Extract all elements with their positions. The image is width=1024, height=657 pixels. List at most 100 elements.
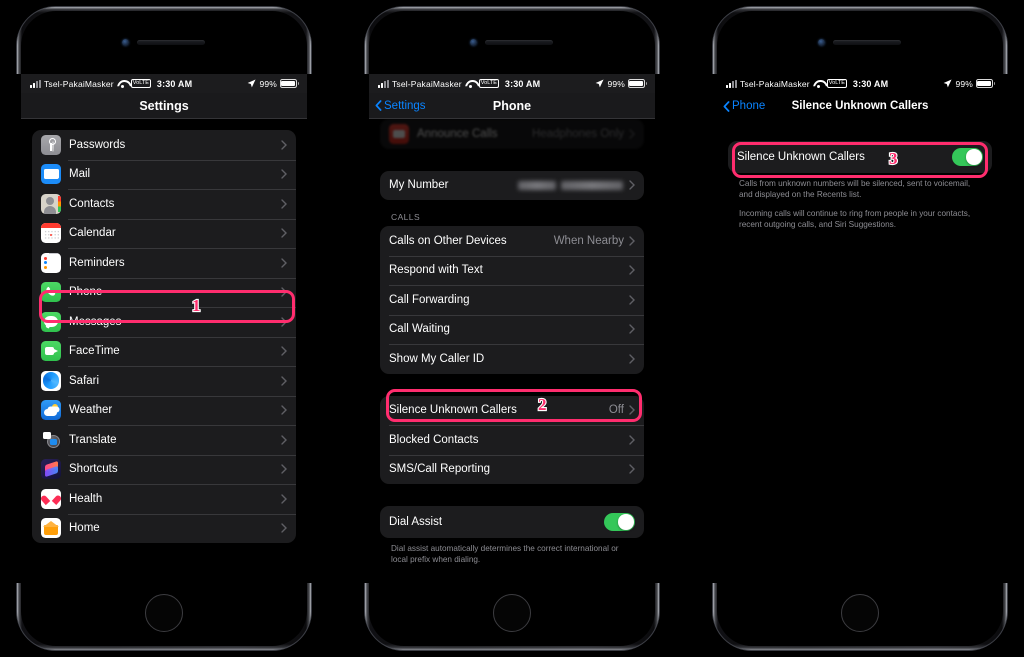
row-call-waiting[interactable]: Call Waiting — [380, 314, 644, 345]
back-button-phone[interactable]: Phone — [723, 93, 765, 119]
phone-device-2: Tsel-PakaiMasker VoLTE 3:30 AM 99% Setti… — [364, 6, 660, 651]
contacts-icon — [41, 193, 61, 214]
status-bar-1: Tsel-PakaiMasker VoLTE 3:30 AM 99% — [21, 74, 307, 93]
row-silence-unknown-callers[interactable]: Silence Unknown Callers Off — [380, 396, 644, 426]
row-silence-unknown-callers-toggle[interactable]: Silence Unknown Callers — [728, 141, 992, 173]
dial-assist-group: Dial Assist — [380, 506, 644, 538]
phone-device-1: Tsel-PakaiMasker VoLTE 3:30 AM 99% Setti… — [16, 6, 312, 651]
location-arrow-icon — [595, 79, 605, 88]
phone-settings-scroll[interactable]: Announce Calls Headphones Only My Number… — [369, 93, 655, 583]
reminders-icon — [41, 252, 61, 273]
silence-unknown-callers-scroll[interactable]: Silence Unknown Callers Calls from unkno… — [717, 119, 1003, 583]
chevron-right-icon — [629, 180, 635, 190]
silence-unknown-callers-toggle[interactable] — [952, 147, 983, 167]
row-label: Show My Caller ID — [389, 352, 485, 365]
dial-assist-footnote: Dial assist automatically determines the… — [391, 544, 619, 565]
redacted-phone-number — [561, 180, 623, 190]
back-button-settings[interactable]: Settings — [375, 93, 426, 118]
redacted-phone-number — [518, 180, 556, 190]
row-call-forwarding[interactable]: Call Forwarding — [380, 285, 644, 315]
my-number-group: My Number — [380, 170, 644, 201]
row-dial-assist[interactable]: Dial Assist — [380, 506, 644, 538]
carrier-label: Tsel-PakaiMasker — [740, 78, 810, 89]
chevron-right-icon — [281, 494, 287, 504]
earpiece-speaker-icon — [833, 40, 901, 45]
row-label: Dial Assist — [389, 516, 443, 528]
step-badge-3: 3 — [888, 148, 899, 169]
front-camera-icon — [470, 39, 477, 46]
sidebar-item-calendar[interactable]: Calendar — [32, 218, 296, 249]
sidebar-item-reminders[interactable]: Reminders — [32, 248, 296, 278]
row-label: Call Waiting — [389, 323, 450, 336]
cellular-signal-icon — [726, 79, 737, 88]
dial-assist-toggle[interactable] — [604, 512, 635, 532]
row-calls-on-other-devices[interactable]: Calls on Other Devices When Nearby — [380, 226, 644, 256]
row-label: Reminders — [69, 256, 125, 269]
chevron-right-icon — [281, 287, 287, 297]
sidebar-item-phone[interactable]: Phone — [32, 277, 296, 308]
step-badge-1: 1 — [191, 295, 202, 316]
row-respond-with-text[interactable]: Respond with Text — [380, 255, 644, 286]
home-button[interactable] — [145, 594, 183, 632]
volte-badge: VoLTE — [826, 79, 847, 88]
status-bar-2: Tsel-PakaiMasker VoLTE 3:30 AM 99% — [369, 74, 655, 93]
translate-icon — [41, 429, 61, 450]
sidebar-item-facetime[interactable]: FaceTime — [32, 336, 296, 367]
sidebar-item-safari[interactable]: Safari — [32, 366, 296, 396]
row-label: Shortcuts — [69, 463, 118, 476]
phone-device-3: Tsel-PakaiMasker VoLTE 3:30 AM 99% Phone… — [712, 6, 1008, 651]
chevron-right-icon — [281, 228, 287, 238]
back-button-label: Settings — [384, 99, 426, 112]
chevron-right-icon — [281, 199, 287, 209]
row-label: Call Forwarding — [389, 293, 470, 306]
sidebar-item-messages[interactable]: Messages — [32, 307, 296, 337]
battery-percent-label: 99% — [955, 78, 973, 89]
sidebar-item-home[interactable]: Home — [32, 513, 296, 544]
phone-2-top-sensors — [369, 37, 655, 47]
sidebar-item-passwords[interactable]: Passwords — [32, 130, 296, 160]
phone-icon — [41, 282, 61, 303]
home-button[interactable] — [841, 594, 879, 632]
wifi-icon — [465, 79, 476, 88]
nav-bar-2: Settings Phone — [369, 93, 655, 119]
chevron-right-icon — [281, 376, 287, 386]
safari-icon — [41, 370, 61, 391]
chevron-right-icon — [629, 405, 635, 415]
row-my-number[interactable]: My Number — [380, 171, 644, 201]
row-label: Passwords — [69, 138, 126, 151]
mail-icon — [41, 164, 61, 185]
chevron-right-icon — [629, 464, 635, 474]
sidebar-item-shortcuts[interactable]: Shortcuts — [32, 454, 296, 485]
chevron-right-icon — [629, 354, 635, 364]
step-badge-2: 2 — [537, 394, 548, 415]
row-announce-calls[interactable]: Announce Calls Headphones Only — [380, 119, 644, 149]
health-icon — [41, 488, 61, 509]
row-label: Silence Unknown Callers — [389, 404, 517, 417]
row-label: SMS/Call Reporting — [389, 463, 490, 476]
announce-calls-group: Announce Calls Headphones Only — [380, 119, 644, 149]
row-label: My Number — [389, 179, 449, 192]
chevron-right-icon — [281, 523, 287, 533]
row-show-my-caller-id[interactable]: Show My Caller ID — [380, 344, 644, 374]
cellular-signal-icon — [378, 79, 389, 88]
settings-list-scroll[interactable]: Passwords Mail Contacts Calendar Reminde… — [21, 119, 307, 583]
home-button[interactable] — [493, 594, 531, 632]
sidebar-item-translate[interactable]: Translate — [32, 425, 296, 455]
sidebar-item-health[interactable]: Health — [32, 484, 296, 514]
chevron-right-icon — [281, 140, 287, 150]
row-sms-call-reporting[interactable]: SMS/Call Reporting — [380, 454, 644, 485]
weather-icon — [41, 400, 61, 421]
announce-calls-icon — [389, 123, 409, 144]
row-label: Messages — [69, 315, 122, 328]
sidebar-item-contacts[interactable]: Contacts — [32, 189, 296, 219]
chevron-right-icon — [281, 464, 287, 474]
row-blocked-contacts[interactable]: Blocked Contacts — [380, 425, 644, 455]
sidebar-item-weather[interactable]: Weather — [32, 395, 296, 426]
phone-3-screen: Tsel-PakaiMasker VoLTE 3:30 AM 99% Phone… — [712, 74, 1008, 583]
chevron-right-icon — [629, 295, 635, 305]
footnote-line-1: Calls from unknown numbers will be silen… — [739, 179, 971, 200]
chevron-right-icon — [629, 129, 635, 139]
sidebar-item-mail[interactable]: Mail — [32, 159, 296, 190]
row-label: Silence Unknown Callers — [737, 151, 865, 163]
home-icon — [41, 518, 61, 539]
